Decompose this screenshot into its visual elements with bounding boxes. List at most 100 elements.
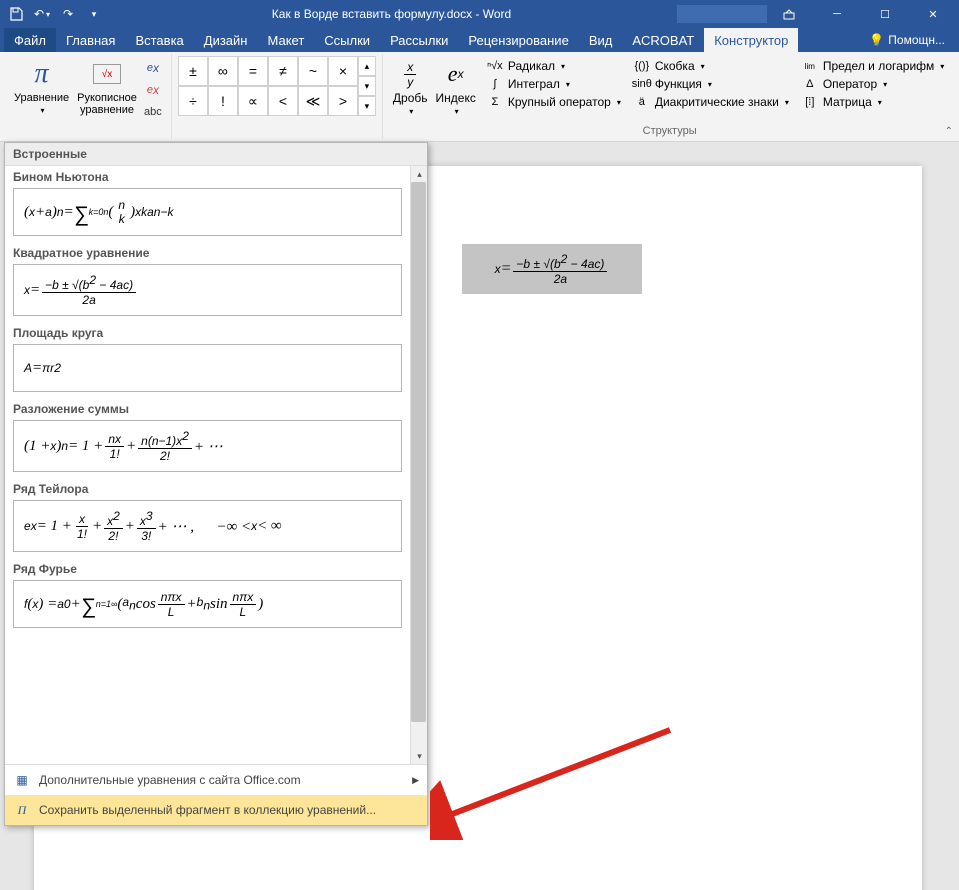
operator-icon: Δ [801, 77, 819, 91]
bracket-button[interactable]: {()}Скобка ▾ [631, 58, 791, 74]
symbol-=[interactable]: = [238, 56, 268, 86]
ribbon-tabs: Файл Главная Вставка Дизайн Макет Ссылки… [0, 28, 959, 52]
integral-button[interactable]: ∫Интеграл ▾ [484, 76, 623, 92]
tab-insert[interactable]: Вставка [125, 28, 193, 52]
professional-button[interactable]: ex [143, 58, 163, 78]
gallery-footer: ▦ Дополнительные уравнения с сайта Offic… [5, 764, 427, 825]
equation-preview-1[interactable]: x = −b ± √(b2 − 4ac)2a [13, 264, 402, 316]
tab-review[interactable]: Рецензирование [458, 28, 578, 52]
lightbulb-icon: 💡 [869, 33, 884, 47]
operator-label: Оператор [823, 77, 877, 91]
symbol-~[interactable]: ~ [298, 56, 328, 86]
save-button[interactable] [4, 2, 28, 26]
tab-constructor[interactable]: Конструктор [704, 28, 798, 52]
ribbon-options-button[interactable] [767, 2, 811, 26]
symbol-grid: ±∞=≠~× ÷!∝<≪> [178, 56, 358, 116]
gallery-scrollbar[interactable]: ▴ ▾ [410, 166, 427, 764]
qat-customize-button[interactable]: ▾ [82, 2, 106, 26]
symbol-÷[interactable]: ÷ [178, 86, 208, 116]
symbol-×[interactable]: × [328, 56, 358, 86]
symbol-∝[interactable]: ∝ [238, 86, 268, 116]
collapse-ribbon-button[interactable]: ⌃ [945, 126, 953, 137]
tab-view[interactable]: Вид [579, 28, 623, 52]
function-button[interactable]: sinθФункция ▾ [631, 76, 791, 92]
save-to-gallery-label: Сохранить выделенный фрагмент в коллекци… [39, 803, 376, 817]
redo-button[interactable]: ↷ [56, 2, 80, 26]
tell-me-button[interactable]: 💡Помощн... [859, 28, 955, 52]
matrix-button[interactable]: [⁞]Матрица ▾ [799, 94, 946, 110]
equation-gallery-dropdown: Встроенные Бином Ньютона (x + a)n = ∑k=0n… [4, 142, 428, 826]
convert-column: ex ex abc [141, 56, 165, 124]
large-operator-button[interactable]: ΣКрупный оператор ▾ [484, 94, 623, 110]
bracket-icon: {()} [633, 59, 651, 73]
close-button[interactable]: ✕ [911, 2, 955, 26]
matrix-label: Матрица [823, 95, 872, 109]
symbol-≪[interactable]: ≪ [298, 86, 328, 116]
tab-design[interactable]: Дизайн [194, 28, 258, 52]
structures-group-label: Структуры [643, 125, 697, 137]
tab-references[interactable]: Ссылки [314, 28, 380, 52]
equation-preview-3[interactable]: (1 + x)n = 1 + nx1! + n(n−1)x22! + ⋯ [13, 420, 402, 472]
symbol->[interactable]: > [328, 86, 358, 116]
function-icon: sinθ [633, 77, 651, 91]
scroll-up-button[interactable]: ▴ [411, 166, 427, 182]
signin-placeholder[interactable] [677, 5, 767, 23]
save-to-gallery-button[interactable]: Π Сохранить выделенный фрагмент в коллек… [5, 795, 427, 825]
symbol-∞[interactable]: ∞ [208, 56, 238, 86]
symbol-±[interactable]: ± [178, 56, 208, 86]
limit-button[interactable]: limПредел и логарифм ▾ [799, 58, 946, 74]
equation-title: Площадь круга [13, 326, 402, 340]
fraction-button[interactable]: xy Дробь▾ [389, 56, 432, 120]
sigma-icon: Σ [486, 95, 504, 109]
undo-button[interactable]: ↶▾ [30, 2, 54, 26]
equation-title: Квадратное уравнение [13, 246, 402, 260]
tab-layout[interactable]: Макет [257, 28, 314, 52]
tab-acrobat[interactable]: ACROBAT [622, 28, 704, 52]
chevron-right-icon: ▶ [412, 775, 419, 786]
tab-home[interactable]: Главная [56, 28, 125, 52]
index-button[interactable]: ex Индекс▾ [432, 56, 480, 120]
fraction-label: Дробь [393, 91, 428, 105]
ribbon: π Уравнение ▾ √x Рукописное уравнение ex… [0, 52, 959, 142]
ink-equation-button[interactable]: √x Рукописное уравнение [73, 56, 141, 124]
normal-text-button[interactable]: abc [143, 102, 163, 122]
equation-preview-4[interactable]: ex = 1 + x1! + x22! + x33! + ⋯ , −∞ < x … [13, 500, 402, 552]
diacritic-button[interactable]: äДиакритические знаки ▾ [631, 94, 791, 110]
linear-button[interactable]: ex [143, 80, 163, 100]
radical-button[interactable]: ⁿ√xРадикал ▾ [484, 58, 623, 74]
bracket-label: Скобка [655, 59, 695, 73]
minimize-button[interactable]: ─ [815, 2, 859, 26]
scroll-thumb[interactable] [411, 182, 426, 722]
save-pi-icon: Π [13, 801, 31, 819]
symbols-more-button[interactable]: ▾ [358, 96, 376, 116]
equation-preview-0[interactable]: (x + a)n = ∑k=0n (nk) xkan−k [13, 188, 402, 236]
symbol-<[interactable]: < [268, 86, 298, 116]
diacritic-label: Диакритические знаки [655, 95, 779, 109]
titlebar: ↶▾ ↷ ▾ Как в Ворде вставить формулу.docx… [0, 0, 959, 28]
symbol-![interactable]: ! [208, 86, 238, 116]
symbol-≠[interactable]: ≠ [268, 56, 298, 86]
equation-preview-5[interactable]: f(x) = a0 + ∑n=1∞ (an cosnπxL + bn sinnπ… [13, 580, 402, 628]
tab-mailings[interactable]: Рассылки [380, 28, 458, 52]
gallery-header: Встроенные [5, 143, 427, 166]
tab-file[interactable]: Файл [4, 28, 56, 52]
office-icon: ▦ [13, 771, 31, 789]
symbols-up-button[interactable]: ▴ [358, 56, 376, 76]
limit-icon: lim [801, 59, 819, 73]
operator-button[interactable]: ΔОператор ▾ [799, 76, 946, 92]
window-controls: ─ ☐ ✕ [767, 2, 955, 26]
more-equations-button[interactable]: ▦ Дополнительные уравнения с сайта Offic… [5, 765, 427, 795]
index-label: Индекс [436, 91, 476, 105]
maximize-button[interactable]: ☐ [863, 2, 907, 26]
symbols-down-button[interactable]: ▾ [358, 76, 376, 96]
scroll-down-button[interactable]: ▾ [411, 748, 427, 764]
quick-access-toolbar: ↶▾ ↷ ▾ [4, 2, 106, 26]
equation-preview-2[interactable]: A = πr2 [13, 344, 402, 392]
matrix-icon: [⁞] [801, 95, 819, 109]
equation-button[interactable]: π Уравнение ▾ [10, 56, 73, 124]
window-title: Как в Ворде вставить формулу.docx - Word [106, 7, 677, 21]
inserted-equation[interactable]: x = −b ± √(b2 − 4ac)2a [462, 244, 642, 294]
equation-title: Бином Ньютона [13, 170, 402, 184]
equation-title: Ряд Фурье [13, 562, 402, 576]
more-equations-label: Дополнительные уравнения с сайта Office.… [39, 773, 301, 787]
